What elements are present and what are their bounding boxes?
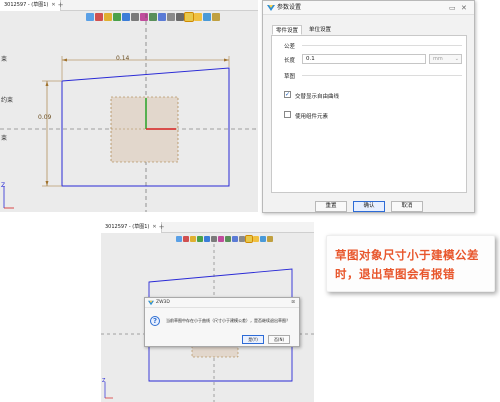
warning-message: 当前草图中存在小于曲线（尺寸小于建模公差），是否继续退出草图？ [166,318,290,323]
divider [302,75,462,76]
length-label: 长度 [284,58,296,64]
question-icon: ? [150,316,160,326]
tab-part-settings[interactable]: 零件设置 [272,25,303,35]
warning-dialog: ZW3D ⊠ ? 当前草图中存在小于曲线（尺寸小于建模公差），是否继续退出草图？… [144,297,300,347]
length-unit-value: mm [433,56,443,62]
use-component-checkbox[interactable] [284,111,291,118]
height-dimension-value[interactable]: 0.09 [38,114,51,121]
reset-button[interactable]: 重置 [315,201,347,212]
dialog-title-bar: 参数设置 [263,1,474,15]
curve-display-checkbox[interactable]: ✓ [284,91,291,98]
close-icon[interactable]: ✕ [461,3,467,13]
sketch-canvas[interactable] [0,0,258,212]
curve-display-label: 交替显示自由曲线 [295,94,340,100]
close-icon[interactable]: ⊠ [291,298,295,308]
warning-title-bar: ZW3D ⊠ [145,298,299,308]
tab-unit-settings[interactable]: 单位设置 [306,25,334,35]
confirm-button[interactable]: 确认 [353,201,385,212]
top-sketch-window: 3012597 - (草图1) ✕ + 束 约束 束 0.14 0.09 Z [0,0,258,212]
dialog-title: 参数设置 [277,4,302,11]
length-unit-select[interactable]: mm ⌄ [429,54,462,64]
annotation-callout: 草图对象尺寸小于建模公差时，退出草图会有报错 [326,235,495,292]
triad-z-label: Z [102,378,106,384]
zw3d-logo-icon [267,5,275,11]
length-input[interactable]: 0.1 [302,54,426,64]
settings-dialog: 参数设置 ▭ ✕ 零件设置 单位设置 公差 长度 0.1 mm ⌄ 草图 ✓ 交… [262,0,475,213]
warning-title: ZW3D [156,300,170,305]
chevron-down-icon: ⌄ [454,56,459,62]
yes-button[interactable]: 是(Y) [242,335,264,344]
annotation-text: 草图对象尺寸小于建模公差时，退出草图会有报错 [335,248,479,281]
width-dimension-value[interactable]: 0.14 [116,55,129,62]
triad-z-label: Z [1,182,6,189]
use-component-label: 使用组件元素 [295,114,329,120]
minimize-icon[interactable]: ▭ [449,3,456,13]
bottom-sketch-window: 3012597 - (草图1) ✕ + Z ZW3D ⊠ ? 当前草图中存在小于… [101,222,314,402]
settings-panel: 公差 长度 0.1 mm ⌄ 草图 ✓ 交替显示自由曲线 使用组件元素 [271,35,467,193]
tolerance-group-title: 公差 [284,44,296,50]
cancel-button[interactable]: 取消 [391,201,423,212]
divider [302,45,462,46]
zw3d-logo-icon [148,300,154,306]
sketch-group-title: 草图 [284,74,296,80]
no-button[interactable]: 否(N) [268,335,290,344]
